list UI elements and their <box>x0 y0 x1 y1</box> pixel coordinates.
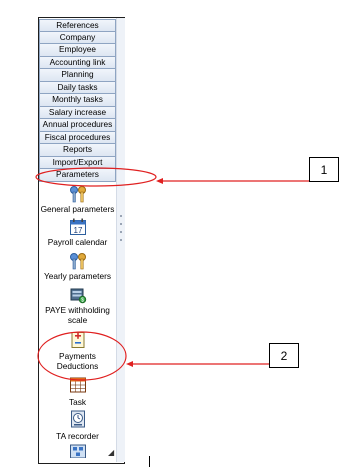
menu-item-planning[interactable]: Planning <box>39 69 116 82</box>
scrollbar-grip <box>120 223 122 225</box>
menu-item-employee[interactable]: Employee <box>39 44 116 57</box>
tax-table-icon: $ <box>70 288 86 304</box>
yearly-parameters-label: Yearly parameters <box>43 271 112 281</box>
scrollbar-grip <box>120 239 122 241</box>
wrench-tools-icon <box>69 186 86 203</box>
menu-item-daily-tasks[interactable]: Daily tasks <box>39 81 116 94</box>
callout-1-arrowhead <box>156 178 163 184</box>
menu-item-parameters[interactable]: Parameters <box>39 169 116 182</box>
general-parameters-tool[interactable]: General parameters <box>39 185 116 214</box>
calendar-icon: 17 <box>69 218 86 235</box>
text-cursor <box>149 456 150 467</box>
wrench-tools-icon <box>69 253 86 270</box>
module-menu: References Company Employee Accounting l… <box>39 19 116 182</box>
menu-item-fiscal-procedures[interactable]: Fiscal procedures <box>39 131 116 144</box>
menu-item-import-export[interactable]: Import/Export <box>39 156 116 169</box>
callout-2-arrowhead <box>126 361 133 367</box>
paye-withholding-scale-tool[interactable]: $ PAYE withholding scale <box>39 286 116 325</box>
svg-text:$: $ <box>81 298 84 304</box>
payments-deductions-tool[interactable]: Payments Deductions <box>39 331 116 371</box>
menu-item-salary-increase[interactable]: Salary increase <box>39 106 116 119</box>
scrollbar-grip <box>120 231 122 233</box>
yearly-parameters-tool[interactable]: Yearly parameters <box>39 252 116 281</box>
menu-item-annual-procedures[interactable]: Annual procedures <box>39 119 116 132</box>
payroll-calendar-label: Payroll calendar <box>47 237 108 247</box>
paye-label-line2: scale <box>67 315 88 325</box>
menu-item-company[interactable]: Company <box>39 31 116 44</box>
task-label: Task <box>68 397 87 407</box>
clock-recorder-icon <box>70 410 85 428</box>
ta-recorder-label: TA recorder <box>56 431 99 441</box>
task-grid-icon <box>69 377 86 393</box>
network-icon <box>69 444 86 458</box>
payroll-calendar-tool[interactable]: 17 Payroll calendar <box>39 218 116 247</box>
general-parameters-label: General parameters <box>40 204 115 214</box>
menu-item-monthly-tasks[interactable]: Monthly tasks <box>39 94 116 107</box>
more-tool[interactable] <box>39 444 116 458</box>
callout-box-2: 2 <box>269 343 299 368</box>
calendar-day-number: 17 <box>73 226 82 235</box>
payments-label-line1: Payments <box>59 351 96 361</box>
paye-label-line1: PAYE withholding <box>45 305 110 315</box>
ta-recorder-tool[interactable]: TA recorder <box>39 410 116 441</box>
scrollbar-grip <box>120 215 122 217</box>
menu-item-accounting-link[interactable]: Accounting link <box>39 56 116 69</box>
callout-box-1: 1 <box>309 157 339 182</box>
menu-item-reports[interactable]: Reports <box>39 144 116 157</box>
menu-item-references[interactable]: References <box>39 19 116 32</box>
payments-label-line2: Deductions <box>56 361 99 371</box>
plus-minus-ledger-icon <box>71 332 84 348</box>
task-tool[interactable]: Task <box>39 376 116 407</box>
